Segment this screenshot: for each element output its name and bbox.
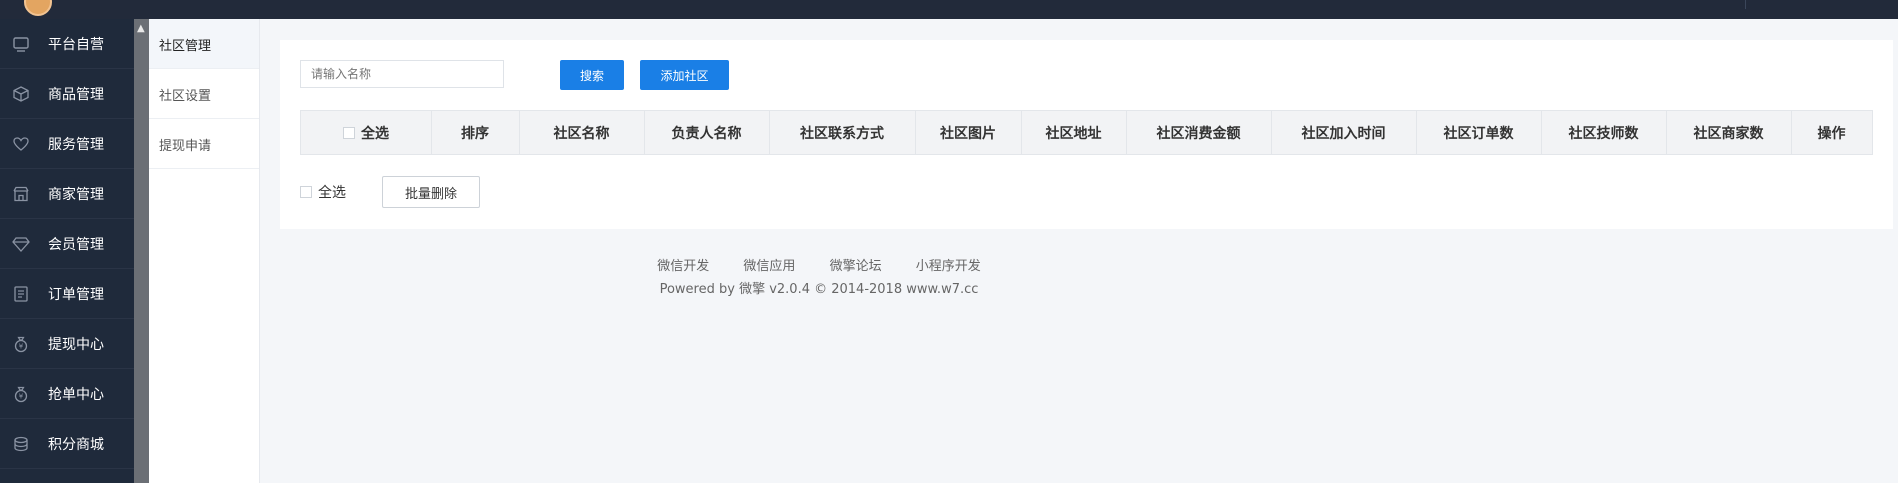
coins-icon [14,436,28,452]
copyright-text: Powered by 微擎 v2.0.4 © 2014-2018 www.w7.… [659,282,979,297]
document-icon [14,286,28,302]
sidebar-item-services[interactable]: 服务管理 [0,119,134,169]
sub-navigation: 社区管理 社区设置 提现申请 [149,19,260,483]
sidebar-item-merchants[interactable]: 商家管理 [0,169,134,219]
column-header: 社区技师数 [1541,111,1667,154]
sidebar-item-grab-orders[interactable]: ¥ 抢单中心 [0,369,134,419]
column-header: 社区图片 [915,111,1022,154]
sidebar-item-orders[interactable]: 订单管理 [0,269,134,319]
sidebar-item-label: 提现中心 [48,337,104,353]
subnav-item-withdrawal-requests[interactable]: 提现申请 [149,119,259,169]
heart-icon [13,137,29,151]
batch-select-all-label: 全选 [318,185,346,201]
select-all-label: 全选 [361,125,389,142]
sidebar-item-label: 抢单中心 [48,387,104,403]
search-input[interactable] [300,60,504,88]
footer-link[interactable]: 微信开发 [657,259,709,274]
sidebar-item-label: 平台自营 [48,37,104,53]
footer-links: 微信开发 微信应用 微擎论坛 小程序开发 [280,255,1358,274]
subnav-item-label: 社区管理 [159,39,212,54]
sidebar-item-label: 商品管理 [48,87,104,103]
sidebar: 平台自营 商品管理 服务管理 商家管理 会员管理 订单管理 ¥ 提现中心 ¥ 抢… [0,19,134,483]
footer-link[interactable]: 微信应用 [743,259,795,274]
sidebar-scrollbar[interactable]: ▲ [134,19,149,483]
topbar-divider [1745,0,1746,9]
footer-link[interactable]: 小程序开发 [916,259,981,274]
subnav-item-community-management[interactable]: 社区管理 [149,19,259,69]
store-icon [13,186,29,202]
top-bar [0,0,1898,19]
diamond-icon [12,237,30,252]
sidebar-item-label: 会员管理 [48,237,104,253]
batch-actions: 全选 批量删除 [300,176,480,208]
column-header: 社区名称 [519,111,645,154]
column-header: 社区联系方式 [769,111,916,154]
footer-link[interactable]: 微擎论坛 [830,259,882,274]
sidebar-item-points-mall[interactable]: 积分商城 [0,419,134,469]
column-header: 排序 [431,111,520,154]
column-header: 社区加入时间 [1271,111,1417,154]
sidebar-item-platform-self-operated[interactable]: 平台自营 [0,19,134,69]
subnav-item-label: 提现申请 [159,139,212,154]
money-bag-icon: ¥ [14,386,28,403]
box-icon [13,86,29,102]
sidebar-item-label: 服务管理 [48,137,104,153]
scroll-up-arrow-icon[interactable]: ▲ [137,24,146,34]
footer: 微信开发 微信应用 微擎论坛 小程序开发 Powered by 微擎 v2.0.… [280,255,1358,297]
column-header: 社区消费金额 [1126,111,1272,154]
column-header: 社区地址 [1021,111,1127,154]
svg-text:¥: ¥ [19,343,24,351]
table-header: 全选 排序 社区名称 负责人名称 社区联系方式 社区图片 社区地址 社区消费金额… [300,110,1873,155]
column-header: 社区订单数 [1416,111,1542,154]
select-all-checkbox[interactable] [343,126,355,139]
add-community-button[interactable]: 添加社区 [640,60,729,90]
sidebar-item-label: 积分商城 [48,437,104,453]
sidebar-item-withdrawal-center[interactable]: ¥ 提现中心 [0,319,134,369]
select-all-header[interactable]: 全选 [301,111,432,154]
sidebar-item-label: 商家管理 [48,187,104,203]
column-header: 社区商家数 [1666,111,1792,154]
money-bag-icon: ¥ [14,336,28,353]
sidebar-item-members[interactable]: 会员管理 [0,219,134,269]
subnav-item-community-settings[interactable]: 社区设置 [149,69,259,119]
sidebar-item-products[interactable]: 商品管理 [0,69,134,119]
search-button[interactable]: 搜索 [560,60,624,90]
column-header: 操作 [1817,125,1846,142]
batch-delete-button[interactable]: 批量删除 [382,176,480,208]
logo[interactable] [24,0,52,16]
sidebar-item-label: 订单管理 [48,287,104,303]
monitor-icon [13,37,29,52]
column-header: 负责人名称 [644,111,770,154]
batch-select-all-checkbox[interactable] [300,186,312,198]
svg-text:¥: ¥ [19,393,24,401]
content-panel: 搜索 添加社区 全选 排序 社区名称 负责人名称 社区联系方式 社区图片 社区地… [280,40,1893,229]
subnav-item-label: 社区设置 [159,89,212,104]
